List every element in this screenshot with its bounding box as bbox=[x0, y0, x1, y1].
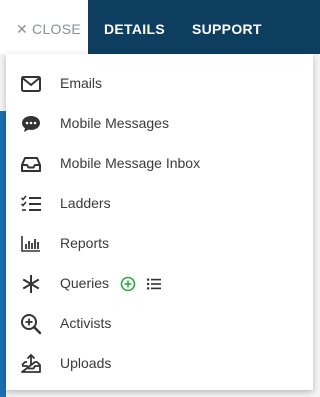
upload-tray-icon bbox=[20, 353, 42, 375]
list-icon[interactable] bbox=[146, 276, 162, 292]
menu-item-label: Reports bbox=[60, 235, 110, 251]
zoom-in-icon bbox=[20, 313, 42, 335]
menu-item-label: Queries bbox=[60, 275, 110, 291]
menu-item-label: Mobile Messages bbox=[60, 115, 169, 131]
envelope-icon bbox=[20, 73, 42, 95]
menu-item-label: Ladders bbox=[60, 195, 111, 211]
menu-item-label: Mobile Message Inbox bbox=[60, 155, 201, 171]
menu-item-mobile-messages[interactable]: Mobile Messages bbox=[6, 104, 313, 144]
menu-item-queries[interactable]: Queries bbox=[6, 264, 313, 304]
menu-item-uploads[interactable]: Uploads bbox=[6, 344, 313, 384]
inbox-tray-icon bbox=[20, 153, 42, 175]
top-nav-bar: ✕ CLOSE DETAILS SUPPORT bbox=[0, 0, 320, 54]
menu-item-ladders[interactable]: Ladders bbox=[6, 184, 313, 224]
details-tab[interactable]: DETAILS bbox=[104, 0, 165, 54]
menu-item-reports[interactable]: Reports bbox=[6, 224, 313, 264]
bar-chart-icon bbox=[20, 233, 42, 255]
menu-item-label: Uploads bbox=[60, 355, 112, 371]
close-label: CLOSE bbox=[32, 21, 81, 37]
menu-item-label: Activists bbox=[60, 315, 112, 331]
menu-item-mobile-message-inbox[interactable]: Mobile Message Inbox bbox=[6, 144, 313, 184]
checklist-icon bbox=[20, 193, 42, 215]
support-tab[interactable]: SUPPORT bbox=[192, 0, 262, 54]
menu-item-label: Emails bbox=[60, 75, 103, 91]
menu-item-activists[interactable]: Activists bbox=[6, 304, 313, 344]
close-menu-button[interactable]: ✕ CLOSE bbox=[0, 0, 88, 54]
close-icon: ✕ bbox=[16, 21, 29, 37]
add-circle-icon[interactable] bbox=[120, 276, 136, 292]
dropdown-menu: Emails Mobile Messages Mobile Message In… bbox=[6, 54, 313, 390]
menu-item-emails[interactable]: Emails bbox=[6, 64, 313, 104]
asterisk-icon bbox=[20, 273, 42, 295]
chat-bubble-icon bbox=[20, 113, 42, 135]
